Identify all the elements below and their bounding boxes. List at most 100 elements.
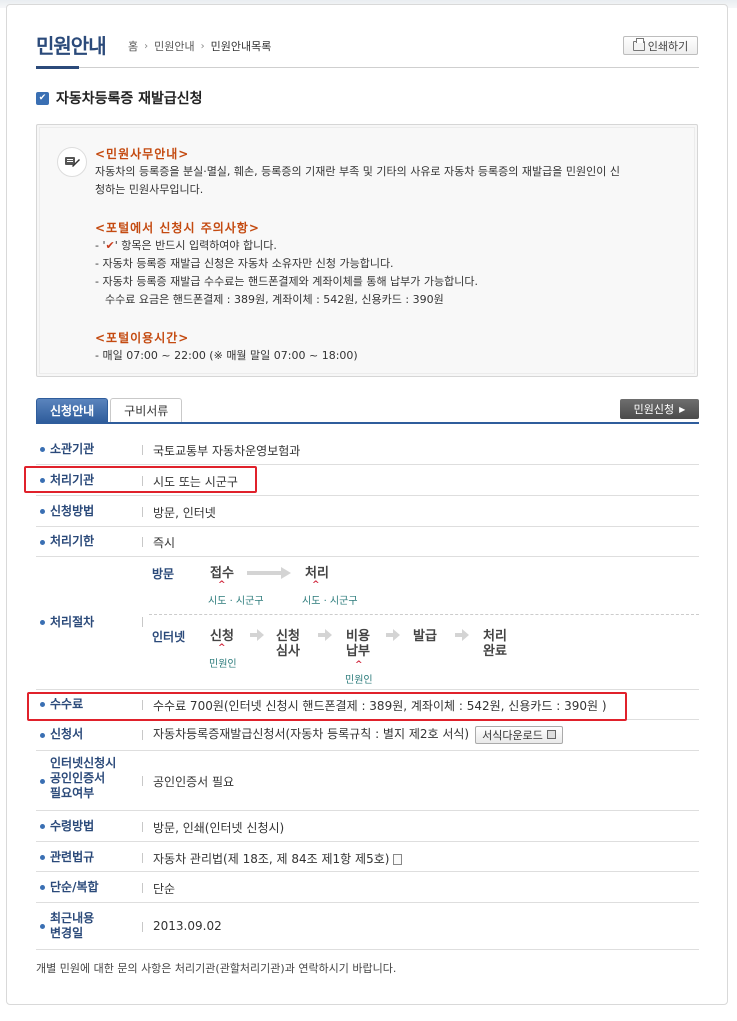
form-download-button[interactable]: 서식다운로드 [475, 725, 563, 744]
chevron-right-icon: ▶ [679, 404, 686, 414]
info-note-hours: - 매일 07:00 ~ 22:00 (※ 매월 말일 07:00 ~ 18:0… [95, 349, 358, 362]
caret-up-icon: ^ [218, 643, 226, 653]
row-label: 처리절차 [50, 615, 95, 629]
bullet-icon [40, 885, 45, 890]
info-box: <민원사무안내> 자동차의 등록증을 분실·멸실, 훼손, 등록증의 기재란 부… [36, 124, 698, 377]
procedure-step: 접수 [210, 566, 234, 581]
row-label: 처리기한 [50, 534, 95, 548]
row-value: 공인인증서 필요 [153, 775, 235, 789]
bullet-icon [40, 924, 45, 929]
breadcrumb: 홈 › 민원안내 › 민원안내목록 [128, 38, 271, 54]
tab-required-documents[interactable]: 구비서류 [110, 398, 183, 422]
breadcrumb-civil-guide[interactable]: 민원안내 [154, 38, 194, 54]
row-label: 인터넷신청시 공인인증서 필요여부 [50, 756, 117, 800]
apply-button[interactable]: 민원신청 ▶ [620, 399, 699, 419]
row-value: 국토교통부 자동차운영보험과 [153, 444, 301, 458]
row-method: 신청방법 방문, 인터넷 [36, 496, 699, 527]
info-content: <민원사무안내> 자동차의 등록증을 분실·멸실, 훼손, 등록증의 기재란 부… [95, 145, 675, 365]
breadcrumb-home[interactable]: 홈 [128, 38, 138, 54]
row-label: 수령방법 [50, 819, 95, 833]
row-label: 소관기관 [50, 442, 95, 456]
caret-up-icon: ^ [218, 580, 226, 590]
breadcrumb-separator-icon: › [200, 40, 205, 52]
caret-up-icon: ^ [355, 660, 363, 670]
row-label: 최근내용 변경일 [50, 911, 95, 940]
info-note-required: - '✔' 항목은 반드시 입력하여야 합니다. [95, 239, 277, 252]
footer-note: 개별 민원에 대한 문의 사항은 처리기관(관할처리기관)과 연락하시기 바랍니… [36, 962, 397, 975]
row-value: 즉시 [153, 536, 176, 550]
row-deadline: 처리기한 즉시 [36, 527, 699, 557]
procedure-step-actor: 시도 · 시군구 [208, 596, 264, 607]
document-icon[interactable] [393, 854, 403, 865]
procedure-internet-label: 인터넷 [152, 630, 186, 644]
arrow-right-icon [386, 629, 400, 641]
row-value: 방문, 인터넷 [153, 506, 216, 520]
arrow-right-icon [455, 629, 469, 641]
procedure-step-actor: 민원인 [345, 675, 373, 686]
row-value: 단순 [153, 882, 176, 896]
procedure-divider [149, 614, 699, 615]
procedure-step: 비용 납부 [346, 629, 370, 659]
procedure-step: 신청 심사 [276, 629, 300, 659]
bullet-icon [40, 855, 45, 860]
bullet-icon [40, 620, 45, 625]
apply-button-label: 민원신청 [633, 403, 675, 416]
row-form: 신청서 자동차등록증재발급신청서(자동차 등록규칙 : 별지 제2호 서식) 서식… [36, 720, 699, 751]
bullet-icon [40, 733, 45, 738]
info-note: 수수료 요금은 핸드폰결제 : 389원, 계좌이체 : 542원, 신용카드 … [105, 293, 444, 306]
procedure-step: 발급 [413, 629, 437, 644]
row-agency: 소관기관 국토교통부 자동차운영보험과 [36, 434, 699, 465]
breadcrumb-separator-icon: › [144, 40, 149, 52]
procedure-step-actor: 시도 · 시군구 [302, 596, 358, 607]
long-arrow-icon [247, 567, 291, 579]
row-value: 자동차등록증재발급신청서(자동차 등록규칙 : 별지 제2호 서식) 서식다운로드 [153, 725, 563, 744]
row-label: 단순/복합 [50, 880, 99, 894]
title-underline [36, 66, 79, 69]
row-certificate: 인터넷신청시 공인인증서 필요여부 공인인증서 필요 [36, 751, 699, 811]
row-value: 2013.09.02 [153, 919, 222, 933]
tab-bar: 신청안내 구비서류 [36, 398, 183, 422]
procedure-visit-label: 방문 [152, 567, 175, 581]
breadcrumb-current[interactable]: 민원안내목록 [211, 38, 272, 54]
page-title: 민원안내 [36, 34, 107, 58]
procedure-step: 처리 [305, 566, 329, 581]
section-title-text: 자동차등록증 재발급신청 [56, 91, 203, 107]
row-receive: 수령방법 방문, 인쇄(인터넷 신청시) [36, 811, 699, 842]
arrow-right-icon [250, 629, 264, 641]
info-heading-civil: <민원사무안내> [95, 147, 190, 161]
save-disk-icon [546, 730, 556, 739]
info-heading-hours: <포털이용시간> [95, 331, 190, 345]
info-paragraph-line: 청하는 민원사무입니다. [95, 183, 204, 196]
bullet-icon [40, 824, 45, 829]
row-type: 단순/복합 단순 [36, 872, 699, 903]
procedure-step-actor: 민원인 [209, 659, 237, 670]
bullet-icon [40, 779, 45, 784]
row-value: 방문, 인쇄(인터넷 신청시) [153, 821, 285, 835]
info-heading-notes: <포털에서 신청시 주의사항> [95, 221, 260, 235]
arrow-right-icon [318, 629, 332, 641]
row-label: 신청방법 [50, 504, 95, 518]
row-value: 자동차 관리법(제 18조, 제 84조 제1항 제5호) [153, 850, 403, 867]
procedure-step: 신청 [210, 629, 234, 644]
printer-icon [632, 37, 645, 51]
info-note: - 자동차 등록증 재발급 신청은 자동차 소유자만 신청 가능합니다. [95, 257, 394, 270]
row-law: 관련법규 자동차 관리법(제 18조, 제 84조 제1항 제5호) [36, 842, 699, 872]
checkbox-icon: ✔ [36, 91, 49, 105]
print-button[interactable]: 인쇄하기 [623, 36, 698, 55]
info-paragraph-line: 자동차의 등록증을 분실·멸실, 훼손, 등록증의 기재란 부족 및 기타의 사… [95, 165, 620, 178]
section-title: ✔ 자동차등록증 재발급신청 [36, 88, 203, 108]
bullet-icon [40, 509, 45, 514]
procedure-step: 처리 완료 [483, 629, 507, 659]
info-note: - 자동차 등록증 재발급 수수료는 핸드폰결제와 계좌이체를 통해 납부가 가… [95, 275, 479, 288]
memo-pen-icon [57, 147, 87, 177]
row-updated: 최근내용 변경일 2013.09.02 [36, 903, 699, 950]
row-label: 관련법규 [50, 850, 95, 864]
header-divider [36, 67, 699, 68]
highlight-fee [27, 692, 627, 721]
tab-application-guide[interactable]: 신청안내 [36, 398, 109, 422]
row-label: 신청서 [50, 727, 84, 741]
caret-up-icon: ^ [312, 580, 320, 590]
bullet-icon [40, 540, 45, 545]
print-button-label: 인쇄하기 [647, 39, 689, 53]
bullet-icon [40, 447, 45, 452]
